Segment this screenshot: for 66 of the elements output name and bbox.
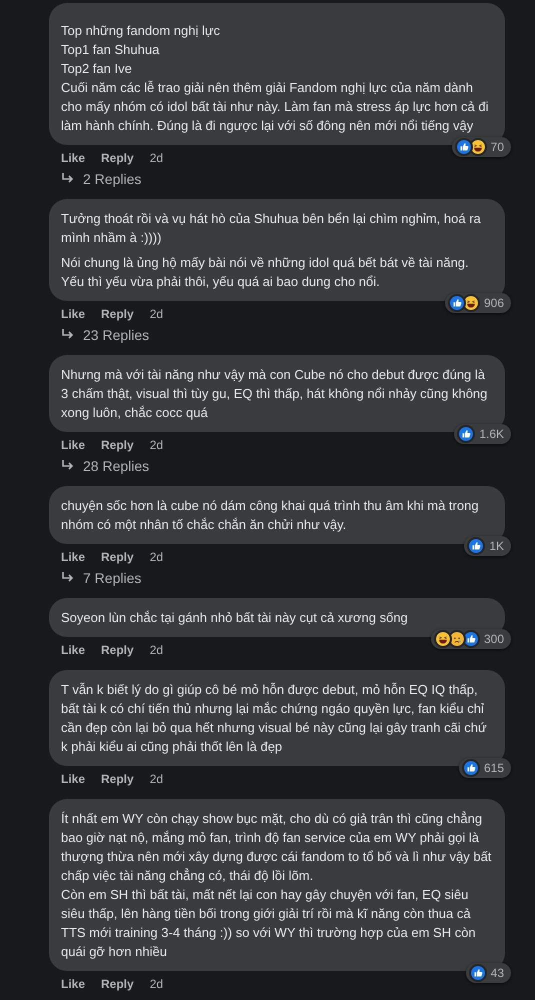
laughing-face-icon bbox=[434, 630, 452, 648]
comment-text: Top1 fan Shuhua bbox=[61, 41, 160, 59]
comment-text: chuyện sốc hơn là cube nó dám công khai quá trình thu âm khi mà trong nhóm có một nhân tố chắc chắn ăn chửi như vậy. bbox=[61, 497, 480, 534]
like-link[interactable]: Like bbox=[61, 975, 86, 993]
reply-arrow-icon bbox=[61, 329, 75, 341]
reaction-count-badge[interactable]: 1.6K bbox=[454, 424, 511, 444]
comment-time: 2d bbox=[150, 437, 164, 454]
thumbs-up-icon bbox=[448, 294, 466, 312]
reaction-count-badge[interactable]: 906 bbox=[444, 293, 511, 313]
reply-link[interactable]: Reply bbox=[101, 641, 134, 659]
thumbs-up-icon bbox=[467, 537, 486, 555]
thumbs-up-icon bbox=[454, 138, 473, 156]
comment-text: T vẫn k biết lý do gì giúp cô bé mỏ hỗn được debut, mỏ hỗn EQ IQ thấp, bất tài k có chí tiến thủ nhưng lại mắc chứng ngáo quyền lực, fan kiểu chỉ cần đẹp còn lại bỏ qua hết nhưng visual bé này cũng lại gây tranh cãi chứ k phải kiểu ai cũng phải thốt lên là đẹp bbox=[61, 681, 488, 756]
view-replies-link[interactable]: 23 Replies bbox=[49, 325, 505, 345]
crying-face-icon bbox=[448, 630, 466, 648]
reply-link[interactable]: Reply bbox=[101, 548, 134, 566]
comment-text: Nói chung là ủng hộ mấy bài nói về những idol quá bết bát về tài năng. Yếu thì yếu vừa phải thôi, yếu quá ai bao dung cho nổi. bbox=[61, 254, 470, 291]
comment-text: Cuối năm các lễ trao giải nên thêm giải Fandom nghị lực của năm dành cho mấy nhóm có idol bất tài như này. Làm fan mà stress áp lực hơn cả đi làm hành chính. Đúng là đi ngược lại với số đông nên mới nổi tiếng vậy bbox=[61, 79, 490, 135]
reaction-count-badge[interactable]: 1K bbox=[464, 536, 511, 556]
like-link[interactable]: Like bbox=[61, 548, 86, 566]
comment-time: 2d bbox=[150, 306, 164, 323]
like-link[interactable]: Like bbox=[61, 770, 86, 788]
like-link[interactable]: Like bbox=[61, 641, 86, 659]
view-replies-link[interactable]: 7 Replies bbox=[49, 568, 505, 588]
reaction-count: 43 bbox=[490, 965, 505, 982]
like-link[interactable]: Like bbox=[61, 305, 86, 323]
reaction-count: 70 bbox=[490, 139, 505, 156]
view-replies-link[interactable]: 28 Replies bbox=[49, 456, 505, 476]
reaction-count-badge[interactable]: 300 bbox=[430, 629, 511, 649]
comment-text: Còn em SH thì bất tài, mất nết lại con hay gây chuyện với fan, EQ siêu siêu thấp, lên hàng tiền bối trong giới giải trí rồi mà kĩ năng còn thua cả TTS mới training 3-4 tháng :)) so với WY thì trường hợp của em SH còn quái gỡ hơn nhiều bbox=[61, 886, 477, 961]
comment-text: Top những fandom nghị lực bbox=[61, 22, 222, 40]
reply-link[interactable]: Reply bbox=[101, 436, 134, 454]
reaction-count-badge[interactable]: 615 bbox=[458, 758, 511, 778]
thumbs-up-icon bbox=[462, 630, 480, 648]
comment-time: 2d bbox=[150, 549, 164, 566]
reply-link[interactable]: Reply bbox=[101, 149, 134, 167]
comment-time: 2d bbox=[150, 150, 164, 167]
reaction-count: 615 bbox=[484, 760, 505, 777]
reply-arrow-icon bbox=[61, 173, 75, 185]
comment-text: Tưởng thoát rồi và vụ hát hò của Shuhua bên bển lại chìm nghỉm, hoá ra mình nhầm à :)))) bbox=[61, 210, 482, 247]
comment-time: 2d bbox=[150, 976, 164, 993]
like-link[interactable]: Like bbox=[61, 436, 86, 454]
laughing-face-icon bbox=[468, 138, 487, 156]
laughing-face-icon bbox=[462, 294, 480, 312]
reaction-count-badge[interactable]: 43 bbox=[466, 963, 511, 983]
reaction-count: 300 bbox=[484, 631, 505, 648]
reply-arrow-icon bbox=[61, 572, 75, 584]
thumbs-up-icon bbox=[462, 759, 480, 777]
thumbs-up-icon bbox=[468, 964, 487, 982]
thumbs-up-icon bbox=[457, 425, 476, 443]
reaction-count: 1.6K bbox=[479, 426, 505, 443]
reply-link[interactable]: Reply bbox=[101, 770, 134, 788]
like-link[interactable]: Like bbox=[61, 149, 86, 167]
reaction-count: 1K bbox=[489, 538, 505, 555]
comment-time: 2d bbox=[150, 642, 164, 659]
reply-link[interactable]: Reply bbox=[101, 305, 134, 323]
reply-arrow-icon bbox=[61, 460, 75, 472]
reaction-count: 906 bbox=[484, 295, 505, 312]
comment-text: Nhưng mà với tài năng như vậy mà con Cube nó cho debut được đúng là 3 chấm thật, visual thì tùy gu, EQ thì thấp, hát không nổi nhảy cũng không xong luôn, chắc cocc quá bbox=[61, 366, 488, 422]
comment-text: Top2 fan Ive bbox=[61, 60, 133, 78]
reaction-count-badge[interactable]: 70 bbox=[452, 137, 511, 157]
comment-text: Ít nhất em WY còn chạy show bục mặt, cho dù có giả trân thì cũng chẳng bao giờ nạt nộ, mắng mỏ fan, trình độ fan service của em WY phải gọi là thượng thừa nên mới xây dựng được cái fandom to tổ bố và lì như vậy bất chấp việc tài năng chẳng có, thái độ lồi lõm. bbox=[61, 810, 492, 885]
reply-link[interactable]: Reply bbox=[101, 975, 134, 993]
comment-time: 2d bbox=[150, 771, 164, 788]
view-replies-link[interactable]: 2 Replies bbox=[49, 169, 505, 189]
comment-text: Soyeon lùn chắc tại gánh nhỏ bất tài này cụt cả xương sống bbox=[61, 609, 409, 627]
